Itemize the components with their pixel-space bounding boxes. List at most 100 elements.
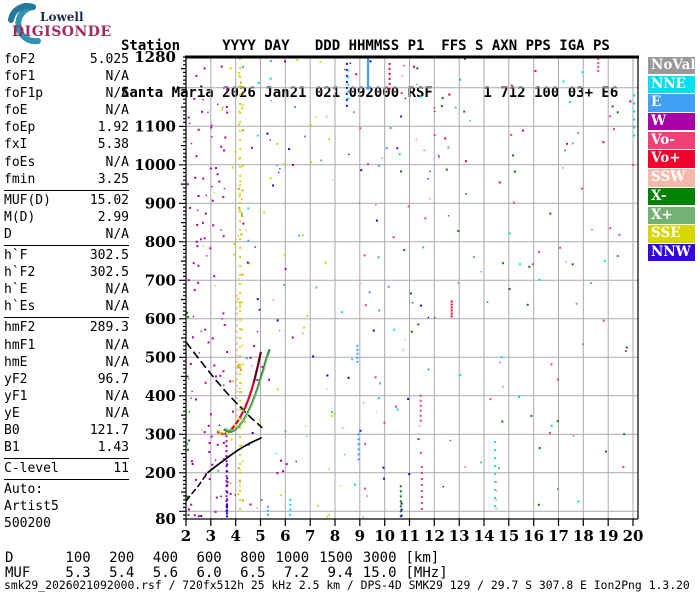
echo-pixel	[633, 118, 636, 121]
echo-pixel	[234, 423, 237, 427]
echo-pixel	[400, 115, 403, 118]
echo-pixel	[622, 466, 625, 468]
echo-pixel	[333, 413, 336, 416]
echo-pixel	[359, 282, 362, 285]
echo-pixel	[417, 323, 420, 326]
echo-pixel	[465, 192, 468, 195]
echo-pixel	[239, 366, 241, 369]
echo-pixel	[258, 308, 261, 311]
echo-pixel	[417, 438, 420, 441]
echo-pixel	[355, 73, 358, 76]
echo-pixel	[399, 505, 402, 508]
echo-pixel	[382, 466, 385, 469]
echo-pixel	[220, 495, 222, 498]
echo-pixel	[590, 282, 592, 284]
echo-pixel	[225, 465, 228, 468]
echo-pixel	[425, 375, 427, 377]
echo-pixel	[530, 414, 533, 417]
echo-pixel	[624, 350, 627, 352]
echo-pixel	[211, 337, 214, 340]
echo-pixel	[206, 255, 208, 257]
echo-pixel	[356, 360, 359, 363]
echo-pixel	[292, 164, 294, 166]
echo-pixel	[234, 387, 237, 390]
echo-pixel	[226, 509, 228, 512]
echo-pixel	[225, 445, 228, 448]
echo-pixel	[404, 97, 407, 100]
echo-pixel	[256, 331, 259, 333]
echo-pixel	[209, 167, 212, 170]
echo-pixel	[354, 483, 357, 486]
echo-pixel	[186, 448, 189, 451]
echo-pixel	[526, 303, 529, 306]
echo-pixel	[399, 485, 402, 488]
echo-pixel	[226, 484, 229, 487]
echo-pixel	[235, 360, 238, 363]
echo-pixel	[217, 103, 219, 105]
echo-pixel	[347, 76, 350, 79]
echo-pixel	[239, 345, 242, 348]
echo-pixel	[215, 496, 218, 499]
echo-pixel	[375, 219, 378, 222]
echo-pixel	[269, 60, 272, 62]
echo-pixel	[276, 319, 279, 322]
echo-pixel	[239, 102, 242, 105]
echo-pixel	[235, 318, 238, 321]
echo-pixel	[204, 328, 207, 331]
echo-pixel	[344, 68, 346, 71]
echo-pixel	[229, 67, 232, 70]
echo-pixel	[251, 432, 254, 434]
echo-pixel	[450, 315, 453, 318]
echo-pixel	[237, 297, 240, 300]
echo-pixel	[192, 315, 195, 318]
echo-pixel	[226, 503, 228, 506]
echo-pixel	[208, 442, 211, 444]
echo-pixel	[360, 169, 363, 172]
echo-pixel	[240, 444, 243, 446]
echo-pixel	[603, 260, 606, 262]
echo-pixel	[239, 471, 242, 474]
echo-pixel	[377, 256, 380, 259]
legend-item-sse: SSE	[648, 225, 695, 243]
echo-pixel	[447, 146, 450, 149]
echo-pixel	[410, 330, 413, 333]
echo-pixel	[239, 408, 242, 411]
echo-pixel	[395, 405, 397, 408]
echo-pixel	[241, 363, 244, 366]
echo-pixel	[234, 494, 236, 496]
echo-pixel	[241, 409, 245, 412]
echo-pixel	[266, 509, 269, 512]
echo-pixel	[230, 428, 233, 432]
echo-pixel	[235, 408, 238, 411]
echo-pixel	[400, 508, 403, 511]
echo-pixel	[226, 88, 229, 91]
echo-pixel	[239, 237, 242, 240]
echo-pixel	[528, 265, 531, 268]
echo-pixel	[381, 157, 383, 159]
echo-pixel	[401, 74, 404, 77]
echo-pixel	[495, 471, 498, 474]
echo-pixel	[235, 342, 238, 345]
echo-pixel	[364, 487, 367, 490]
echo-pixel	[378, 164, 380, 167]
echo-pixel	[188, 378, 190, 380]
y-axis-label: 900	[145, 194, 176, 212]
echo-pixel	[233, 253, 236, 256]
echo-pixel	[213, 275, 216, 278]
echo-pixel	[464, 466, 466, 468]
echo-pixel	[486, 301, 489, 303]
echo-pixel	[201, 110, 204, 113]
echo-pixel	[225, 480, 228, 483]
echo-pixel	[512, 154, 514, 157]
echo-pixel	[226, 477, 229, 480]
echo-pixel	[235, 396, 238, 399]
dmuf-value: 1000	[275, 550, 310, 566]
echo-pixel	[202, 221, 204, 224]
echo-pixel	[495, 507, 498, 510]
echo-pixel	[569, 100, 571, 103]
echo-pixel	[226, 515, 228, 518]
echo-pixel	[238, 277, 240, 280]
echo-pixel	[442, 486, 444, 488]
echo-pixel	[195, 398, 197, 401]
echo-pixel	[249, 503, 252, 506]
